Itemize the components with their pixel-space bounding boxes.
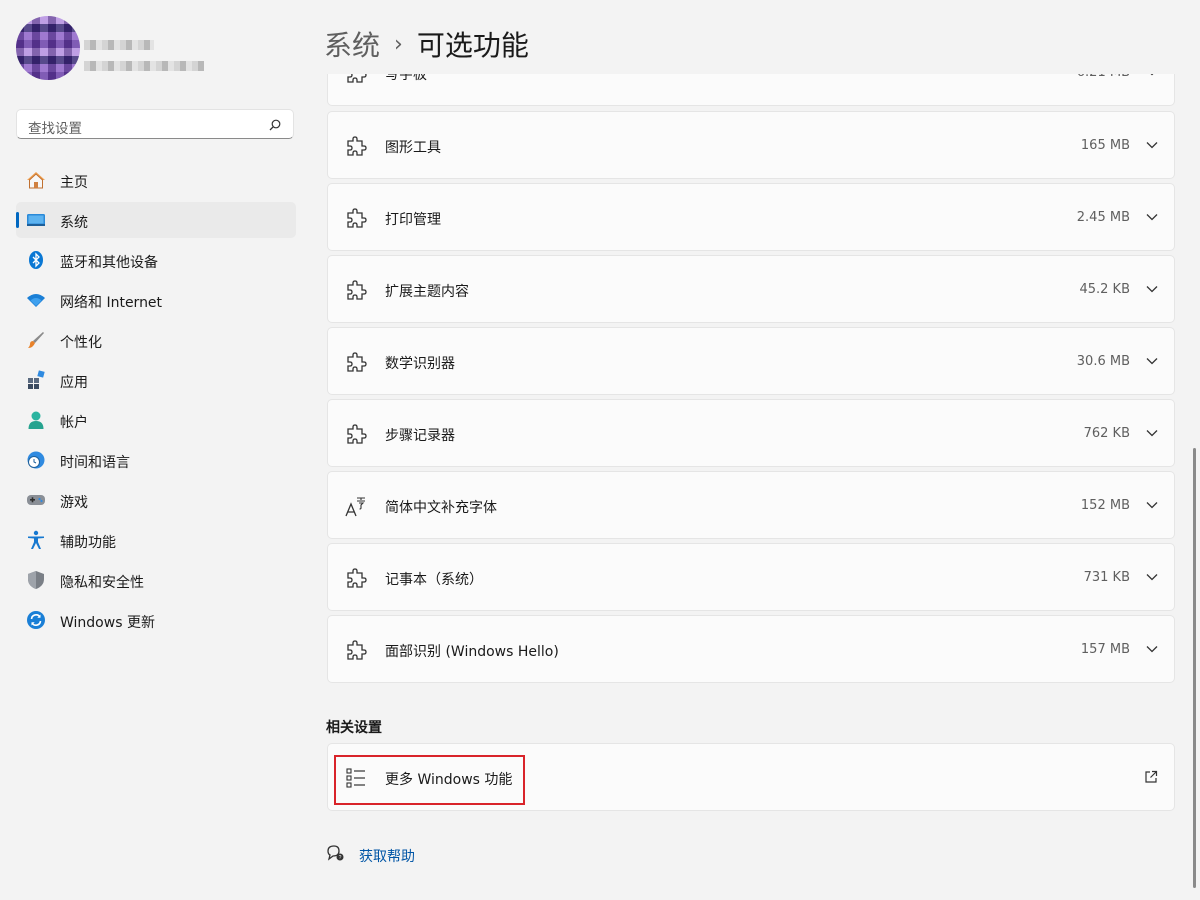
external-link-icon [1145,770,1158,783]
breadcrumb-parent[interactable]: 系统 [324,24,380,64]
nav-list: 主页 系统 蓝牙和其他设备 网络和 Internet 个性化 应用 帐户 时间和… [16,162,296,642]
feature-row[interactable]: 打印管理 2.45 MB [327,183,1175,251]
apps-icon [28,370,45,389]
feature-row[interactable]: 记事本（系统） 731 KB [327,543,1175,611]
feature-label: 简体中文补充字体 [385,500,497,516]
feature-label: 步骤记录器 [385,428,455,444]
feature-row[interactable]: 步骤记录器 762 KB [327,399,1175,467]
accessibility-icon [28,530,44,549]
help-chat-icon: ? [327,845,344,861]
wifi-icon [27,294,45,307]
brush-icon [28,332,44,348]
breadcrumb-separator: › [394,31,403,57]
nav-label-apps: 应用 [60,375,88,391]
feature-label: 扩展主题内容 [385,284,469,300]
feature-row[interactable]: 数学识别器 30.6 MB [327,327,1175,395]
nav-label-bluetooth: 蓝牙和其他设备 [60,255,158,271]
feature-size: 2.45 MB [1076,210,1130,225]
nav-item-network[interactable]: 网络和 Internet [16,282,296,318]
feature-row[interactable]: 简体中文补充字体 152 MB [327,471,1175,539]
chevron-down-icon[interactable] [1146,645,1158,653]
search-box[interactable]: 查找设置 [16,109,294,139]
user-name-redacted [84,40,154,50]
nav-label-network: 网络和 Internet [60,295,163,311]
chevron-down-icon[interactable] [1146,285,1158,293]
clock-globe-icon [27,451,45,469]
chevron-down-icon[interactable] [1146,501,1158,509]
puzzle-icon [347,136,367,156]
nav-label-accounts: 帐户 [60,415,88,431]
nav-item-accounts[interactable]: 帐户 [16,402,296,438]
feature-label: 打印管理 [385,212,441,228]
nav-label-windows-update: Windows 更新 [60,615,155,631]
search-icon [269,119,281,131]
svg-text:?: ? [339,855,342,861]
feature-size: 762 KB [1083,426,1130,441]
chevron-down-icon[interactable] [1146,141,1158,149]
nav-label-time-language: 时间和语言 [60,455,130,471]
page-title: 可选功能 [416,29,529,62]
nav-item-personalization[interactable]: 个性化 [16,322,296,358]
nav-item-gaming[interactable]: 游戏 [16,482,296,518]
chevron-down-icon[interactable] [1146,573,1158,581]
feature-row[interactable]: 图形工具 165 MB [327,111,1175,179]
nav-item-bluetooth[interactable]: 蓝牙和其他设备 [16,242,296,278]
feature-label: 记事本（系统） [385,572,483,588]
chevron-down-icon[interactable] [1146,213,1158,221]
nav-item-apps[interactable]: 应用 [16,362,296,398]
update-icon [27,611,45,629]
feature-size: 731 KB [1083,570,1130,585]
puzzle-icon [347,352,367,372]
user-avatar[interactable] [16,16,80,80]
font-icon [345,497,365,517]
related-settings-title: 相关设置 [326,720,382,736]
puzzle-icon [347,424,367,444]
feature-label: 面部识别 (Windows Hello) [385,644,559,660]
get-help-label: 获取帮助 [359,849,415,865]
system-icon [27,214,45,226]
feature-row[interactable]: 扩展主题内容 45.2 KB [327,255,1175,323]
feature-row[interactable]: 面部识别 (Windows Hello) 157 MB [327,615,1175,683]
search-placeholder: 查找设置 [28,121,82,137]
feature-size: 165 MB [1080,138,1130,153]
user-email-redacted [84,61,204,71]
scrollbar[interactable] [1193,448,1196,888]
feature-size: 157 MB [1080,642,1130,657]
home-icon [27,172,45,189]
shield-icon [28,571,44,589]
feature-label: 数学识别器 [385,356,455,372]
feature-size: 152 MB [1080,498,1130,513]
breadcrumb: 系统 › 可选功能 [324,24,529,64]
feature-size: 45.2 KB [1079,282,1130,297]
nav-label-system: 系统 [60,215,88,231]
nav-label-accessibility: 辅助功能 [60,535,116,551]
puzzle-icon [347,280,367,300]
nav-item-time-language[interactable]: 时间和语言 [16,442,296,478]
sidebar: 查找设置 主页 系统 蓝牙和其他设备 网络和 Internet 个性化 应用 帐… [0,0,312,900]
gamepad-icon [27,495,45,505]
puzzle-icon [347,568,367,588]
nav-item-windows-update[interactable]: Windows 更新 [16,602,296,638]
nav-label-privacy: 隐私和安全性 [60,575,144,591]
feature-label: 图形工具 [385,140,441,156]
nav-item-privacy[interactable]: 隐私和安全性 [16,562,296,598]
bluetooth-icon [29,251,43,269]
highlight-box [334,755,525,805]
nav-label-home: 主页 [60,175,88,191]
nav-label-personalization: 个性化 [60,335,102,351]
puzzle-icon [347,640,367,660]
feature-size: 30.6 MB [1076,354,1130,369]
nav-item-system[interactable]: 系统 [16,202,296,238]
nav-label-gaming: 游戏 [60,495,88,511]
chevron-down-icon[interactable] [1146,429,1158,437]
nav-item-home[interactable]: 主页 [16,162,296,198]
account-icon [28,411,44,429]
chevron-down-icon[interactable] [1146,357,1158,365]
puzzle-icon [347,208,367,228]
nav-item-accessibility[interactable]: 辅助功能 [16,522,296,558]
